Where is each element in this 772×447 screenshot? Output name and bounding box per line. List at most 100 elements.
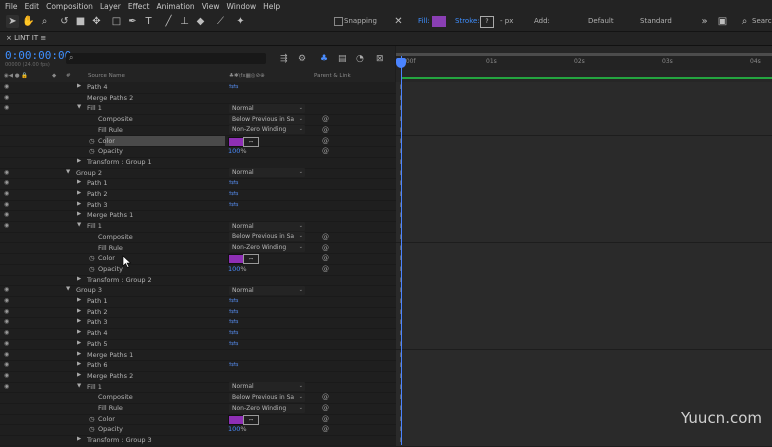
path-shape-icon[interactable]: ⇆⇆ xyxy=(229,190,239,197)
timeline-track-row[interactable]: I xyxy=(396,435,772,447)
opacity-value[interactable]: 100% xyxy=(228,147,247,155)
blend-mode-dropdown[interactable]: Normal ⌄ xyxy=(229,221,305,231)
hand-tool-icon[interactable]: ✋ xyxy=(22,15,35,28)
menu-effect[interactable]: Effect xyxy=(128,2,150,11)
label-column-icon[interactable]: ◆ xyxy=(52,73,56,79)
visibility-eye-icon[interactable]: ◉ xyxy=(4,83,9,90)
stopwatch-icon[interactable]: ◷ xyxy=(89,265,95,273)
menu-window[interactable]: Window xyxy=(227,2,257,11)
blend-mode-dropdown[interactable]: Non-Zero Winding ⌄ xyxy=(229,125,305,135)
visibility-eye-icon[interactable]: ◉ xyxy=(4,179,9,186)
visibility-eye-icon[interactable]: ◉ xyxy=(4,169,9,176)
close-icon[interactable]: × xyxy=(6,34,12,42)
visibility-eye-icon[interactable]: ◉ xyxy=(4,190,9,197)
current-time-display[interactable]: 0:00:00:00 xyxy=(5,49,71,62)
source-name-header[interactable]: Source Name xyxy=(88,73,125,79)
rectangle-tool-icon[interactable]: □ xyxy=(110,15,123,28)
layer-property-name[interactable]: Transform : Group 3 xyxy=(87,436,152,444)
layer-property-name[interactable]: Opacity xyxy=(98,147,123,155)
stopwatch-icon[interactable]: ◷ xyxy=(89,137,95,145)
menu-animation[interactable]: Animation xyxy=(156,2,194,11)
layer-property-name[interactable]: Group 2 xyxy=(76,169,102,177)
layer-property-name[interactable]: Color xyxy=(98,415,115,423)
visibility-eye-icon[interactable]: ◉ xyxy=(4,286,9,293)
layer-property-name[interactable]: Merge Paths 2 xyxy=(87,372,133,380)
layer-property-name[interactable]: Path 5 xyxy=(87,340,107,348)
camera-tool-icon[interactable]: ■ xyxy=(74,15,87,28)
stroke-width-value[interactable]: - px xyxy=(500,17,513,25)
blend-mode-dropdown[interactable]: Normal ⌄ xyxy=(229,382,305,392)
menu-layer[interactable]: Layer xyxy=(100,2,121,11)
twirl-down-icon[interactable]: ▼ xyxy=(77,104,81,110)
stroke-label[interactable]: Stroke: xyxy=(455,17,480,25)
path-shape-icon[interactable]: ⇆⇆ xyxy=(229,308,239,315)
twirl-down-icon[interactable]: ▼ xyxy=(77,383,81,389)
opacity-number[interactable]: 100 xyxy=(228,425,240,433)
twirl-right-icon[interactable]: ▶ xyxy=(77,190,81,196)
frame-blending-icon[interactable]: ▤ xyxy=(338,54,347,64)
expression-pickwhip-icon[interactable]: @ xyxy=(322,425,329,433)
layer-property-name[interactable]: Group 3 xyxy=(76,286,102,294)
visibility-eye-icon[interactable]: ◉ xyxy=(4,329,9,336)
twirl-right-icon[interactable]: ▶ xyxy=(77,318,81,324)
eyedropper-icon[interactable]: ⊶ xyxy=(243,414,259,425)
opacity-number[interactable]: 100 xyxy=(228,147,240,155)
layer-property-name[interactable]: Path 4 xyxy=(87,83,107,91)
layer-property-name[interactable]: Composite xyxy=(98,393,133,401)
parent-link-header[interactable]: Parent & Link xyxy=(314,73,351,79)
current-time-indicator[interactable] xyxy=(401,56,402,445)
layer-property-name[interactable]: Merge Paths 1 xyxy=(87,351,133,359)
menu-file[interactable]: File xyxy=(5,2,18,11)
opacity-value[interactable]: 100% xyxy=(228,425,247,433)
twirl-down-icon[interactable]: ▼ xyxy=(77,222,81,228)
workspace-menu-icon[interactable]: ▣ xyxy=(716,15,729,28)
clone-stamp-tool-icon[interactable]: ⊥ xyxy=(178,15,191,28)
expression-pickwhip-icon[interactable]: @ xyxy=(322,137,329,145)
shy-layers-icon[interactable]: ♣ xyxy=(320,54,328,64)
search-help-label[interactable]: Search xyxy=(752,17,772,25)
expression-pickwhip-icon[interactable]: @ xyxy=(322,233,329,241)
twirl-right-icon[interactable]: ▶ xyxy=(77,329,81,335)
visibility-eye-icon[interactable]: ◉ xyxy=(4,104,9,111)
current-time-indicator-head[interactable] xyxy=(396,58,406,68)
visibility-eye-icon[interactable]: ◉ xyxy=(4,383,9,390)
layer-property-name[interactable]: Transform : Group 1 xyxy=(87,158,152,166)
draft-3d-icon[interactable]: ⚙ xyxy=(298,54,306,64)
twirl-right-icon[interactable]: ▶ xyxy=(77,361,81,367)
menu-composition[interactable]: Composition xyxy=(46,2,93,11)
eraser-tool-icon[interactable]: ◆ xyxy=(194,15,207,28)
stopwatch-icon[interactable]: ◷ xyxy=(89,425,95,433)
path-shape-icon[interactable]: ⇆⇆ xyxy=(229,83,239,90)
path-shape-icon[interactable]: ⇆⇆ xyxy=(229,179,239,186)
visibility-eye-icon[interactable]: ◉ xyxy=(4,361,9,368)
menu-view[interactable]: View xyxy=(202,2,220,11)
blend-mode-dropdown[interactable]: Non-Zero Winding ⌄ xyxy=(229,403,305,413)
selection-tool-icon[interactable]: ➤ xyxy=(6,15,19,28)
time-ruler[interactable]: 0:00f 01s 02s 03s 04s xyxy=(396,56,772,70)
expression-pickwhip-icon[interactable]: @ xyxy=(322,115,329,123)
path-shape-icon[interactable]: ⇆⇆ xyxy=(229,329,239,336)
brush-tool-icon[interactable]: ╱ xyxy=(162,15,175,28)
path-shape-icon[interactable]: ⇆⇆ xyxy=(229,297,239,304)
blend-mode-dropdown[interactable]: Below Previous in Sa ⌄ xyxy=(229,232,305,242)
twirl-right-icon[interactable]: ▶ xyxy=(77,201,81,207)
visibility-eye-icon[interactable]: ◉ xyxy=(4,308,9,315)
layer-property-name[interactable]: Color xyxy=(98,137,115,145)
visibility-eye-icon[interactable]: ◉ xyxy=(4,201,9,208)
roto-brush-tool-icon[interactable]: ⟋ xyxy=(214,15,227,28)
stopwatch-icon[interactable]: ◷ xyxy=(89,415,95,423)
blend-mode-dropdown[interactable]: Normal ⌄ xyxy=(229,285,305,295)
path-shape-icon[interactable]: ⇆⇆ xyxy=(229,201,239,208)
expression-pickwhip-icon[interactable]: @ xyxy=(322,147,329,155)
layer-property-name[interactable]: Composite xyxy=(98,115,133,123)
visibility-eye-icon[interactable]: ◉ xyxy=(4,94,9,101)
comp-flowchart-icon[interactable]: ⇶ xyxy=(280,54,288,64)
twirl-right-icon[interactable]: ▶ xyxy=(77,340,81,346)
fill-color-swatch[interactable] xyxy=(228,254,244,265)
workspace-overflow-icon[interactable]: » xyxy=(698,15,711,28)
twirl-right-icon[interactable]: ▶ xyxy=(77,436,81,442)
layer-property-name[interactable]: Merge Paths 1 xyxy=(87,211,133,219)
menu-help[interactable]: Help xyxy=(263,2,280,11)
twirl-right-icon[interactable]: ▶ xyxy=(77,276,81,282)
layer-property-name[interactable]: Path 6 xyxy=(87,361,107,369)
